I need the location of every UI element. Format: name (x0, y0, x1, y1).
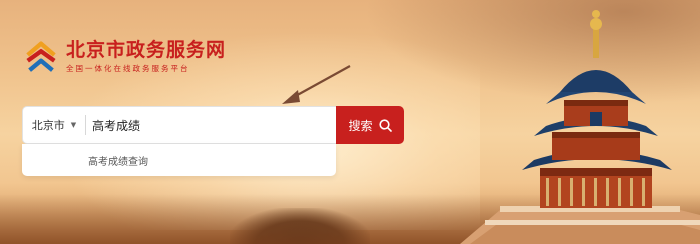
search-bar: 北京市 ▼ 搜索 (22, 106, 404, 144)
suggestion-item[interactable]: 高考成绩查询 (88, 153, 148, 168)
hero-banner: 北京市政务服务网 全国一体化在线政务服务平台 北京市 ▼ 搜索 高考成绩查询 (0, 0, 700, 244)
pointer-arrow-icon (282, 65, 351, 104)
search-box: 北京市 ▼ (22, 106, 336, 144)
logo-icon (26, 41, 56, 72)
city-selector[interactable]: 北京市 ▼ (23, 107, 85, 143)
search-button[interactable]: 搜索 (336, 106, 404, 144)
site-subtitle: 全国一体化在线政务服务平台 (66, 64, 190, 73)
temple-of-heaven-image (460, 10, 700, 244)
site-logo[interactable]: 北京市政务服务网 全国一体化在线政务服务平台 (22, 36, 226, 74)
caret-down-icon: ▼ (70, 121, 77, 129)
search-button-label: 搜索 (348, 118, 373, 133)
search-suggestions: 高考成绩查询 (22, 144, 336, 176)
search-icon (378, 118, 392, 132)
site-title: 北京市政务服务网 (66, 39, 227, 61)
city-selector-label: 北京市 (31, 119, 65, 132)
search-input[interactable] (86, 107, 336, 143)
